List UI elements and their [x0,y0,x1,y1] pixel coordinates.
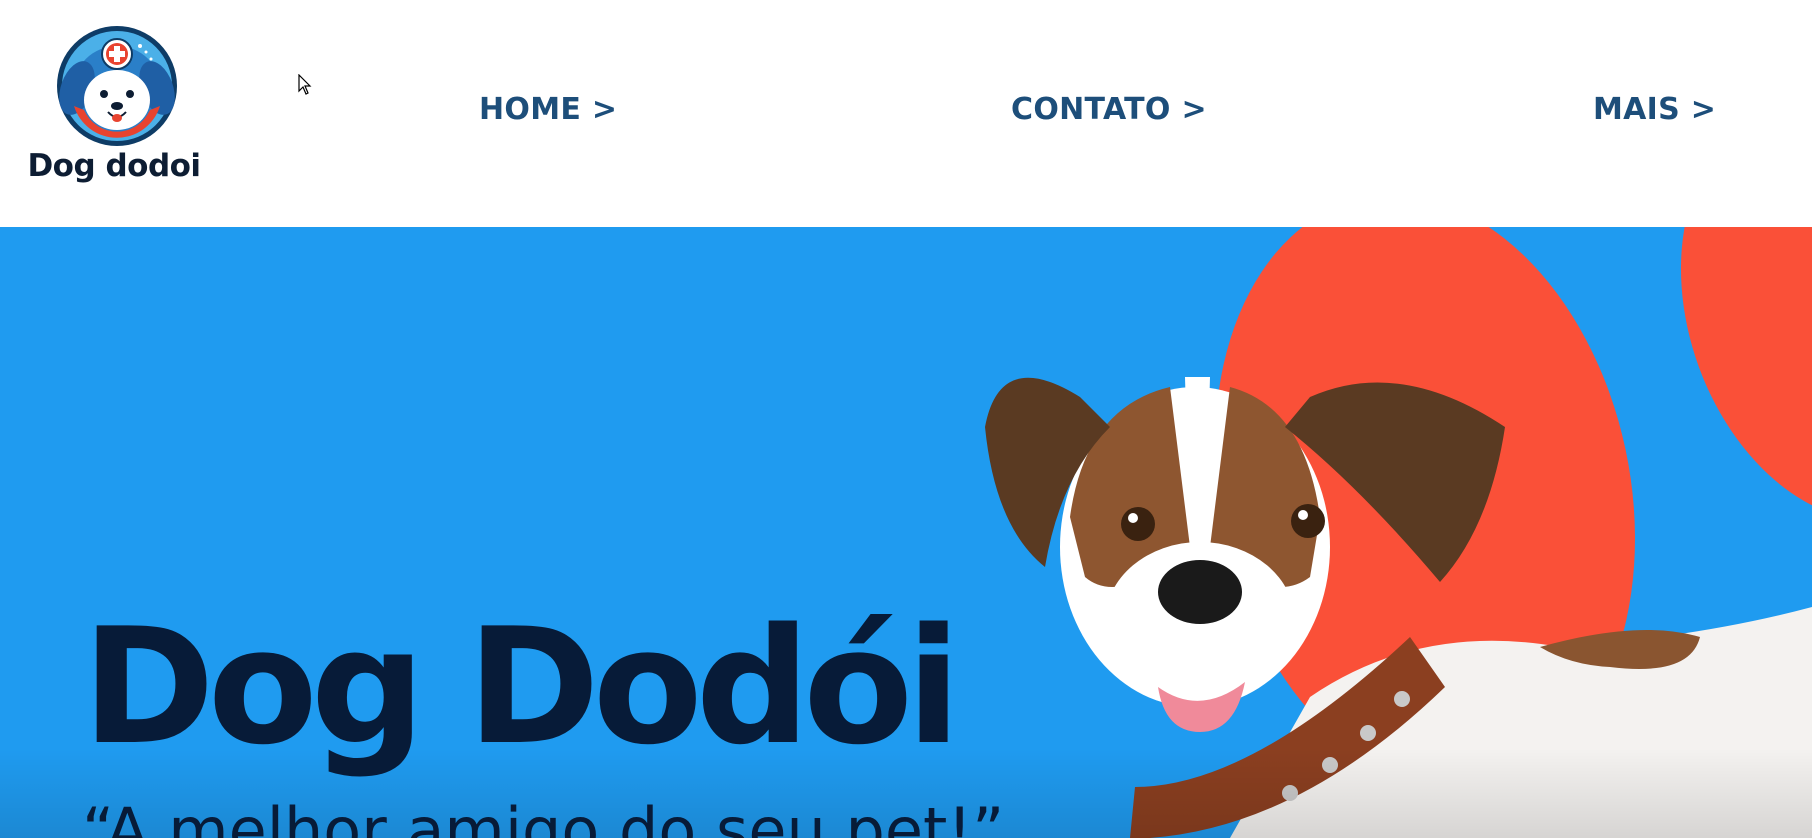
nav-contato-link[interactable]: CONTATO > [1011,92,1207,127]
site-header: Dog dodoi HOME > CONTATO > MAIS > [0,0,1812,227]
logo-text: Dog dodoi [27,148,201,184]
accent-blob-right [1680,227,1812,521]
dog-logo-icon [57,26,177,146]
hero-banner: Dog Dodói “A melhor amigo do seu pet!” [0,227,1812,838]
mouse-pointer-icon [298,74,312,95]
hero-title: Dog Dodói [82,593,961,780]
nav-home-link[interactable]: HOME > [479,92,617,127]
site-logo[interactable]: Dog dodoi [22,18,202,188]
hero-tagline: “A melhor amigo do seu pet!” [82,794,1005,838]
nav-mais-link[interactable]: MAIS > [1593,92,1716,127]
